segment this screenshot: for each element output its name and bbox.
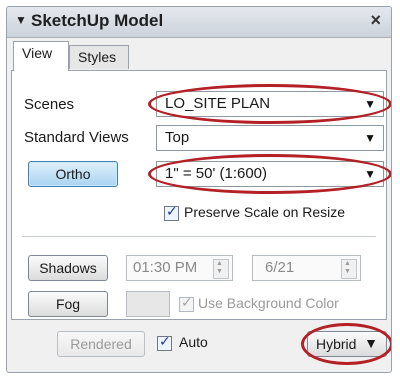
close-icon[interactable]: ×: [370, 10, 381, 31]
fog-color-swatch[interactable]: [126, 291, 170, 317]
spin-down-icon[interactable]: ▼: [216, 268, 223, 276]
section-divider: [22, 236, 376, 237]
shadows-button[interactable]: Shadows: [28, 255, 108, 281]
spin-down-icon[interactable]: ▼: [344, 268, 351, 276]
panel-titlebar[interactable]: ▼ SketchUp Model ×: [7, 7, 391, 38]
preserve-scale-checkbox[interactable]: ✓: [164, 203, 179, 221]
view-tab-content: Scenes LO_SITE PLAN ▼ Standard Views Top…: [11, 70, 391, 320]
shadow-time-field[interactable]: 01:30 PM ▲ ▼: [126, 255, 233, 281]
checkmark-icon: ✓: [181, 294, 193, 310]
checkmark-icon: ✓: [159, 333, 171, 349]
use-background-color-checkbox[interactable]: ✓: [179, 294, 194, 312]
fog-button[interactable]: Fog: [28, 291, 108, 317]
auto-label: Auto: [179, 334, 208, 350]
chevron-down-icon: ▼: [364, 131, 376, 145]
spin-up-icon[interactable]: ▲: [216, 260, 223, 268]
time-spinner[interactable]: ▲ ▼: [213, 259, 229, 279]
shadow-date-field[interactable]: 6/21 ▲ ▼: [252, 255, 361, 281]
use-background-color-label: Use Background Color: [198, 295, 339, 311]
scenes-value: LO_SITE PLAN: [165, 95, 271, 112]
standard-views-label: Standard Views: [24, 129, 129, 146]
shadow-time-value: 01:30 PM: [133, 259, 198, 276]
scale-dropdown[interactable]: 1" = 50' (1:600) ▼: [156, 161, 384, 187]
scenes-dropdown[interactable]: LO_SITE PLAN ▼: [156, 91, 384, 117]
checkmark-icon: ✓: [166, 203, 178, 219]
standard-views-dropdown[interactable]: Top ▼: [156, 125, 384, 151]
auto-checkbox[interactable]: ✓: [157, 333, 172, 351]
chevron-down-icon: ▼: [364, 167, 376, 181]
tab-styles[interactable]: Styles: [69, 45, 129, 69]
ortho-button[interactable]: Ortho: [28, 161, 118, 187]
render-mode-dropdown[interactable]: Hybrid ▼: [307, 331, 387, 357]
rendered-button[interactable]: Rendered: [57, 331, 145, 357]
scale-value: 1" = 50' (1:600): [165, 165, 268, 182]
standard-views-value: Top: [165, 129, 190, 146]
collapse-triangle-icon[interactable]: ▼: [15, 13, 27, 27]
spin-up-icon[interactable]: ▲: [344, 260, 351, 268]
sketchup-model-panel: ▼ SketchUp Model × View Styles Scenes LO…: [6, 6, 392, 373]
date-spinner[interactable]: ▲ ▼: [341, 259, 357, 279]
triangle-down-icon: ▼: [364, 335, 378, 351]
panel-title: SketchUp Model: [31, 11, 164, 30]
tab-view[interactable]: View: [13, 41, 69, 71]
scenes-label: Scenes: [24, 96, 75, 113]
render-mode-value: Hybrid: [316, 336, 357, 352]
preserve-scale-label: Preserve Scale on Resize: [184, 204, 346, 220]
chevron-down-icon: ▼: [364, 97, 376, 111]
shadow-date-value: 6/21: [265, 259, 295, 276]
